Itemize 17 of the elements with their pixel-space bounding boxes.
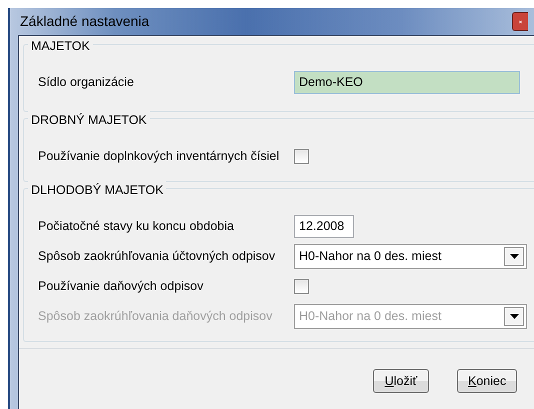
checkbox[interactable] bbox=[294, 148, 309, 164]
dropdown-arrow-icon bbox=[510, 314, 518, 318]
text-field[interactable]: Demo-KEO bbox=[294, 70, 520, 94]
field-label: Spôsob zaokrúhľovania daňových odpisov bbox=[38, 308, 274, 325]
field-label: Počiatočné stavy ku koncu obdobia bbox=[38, 218, 235, 235]
dialog-button[interactable]: Koniec bbox=[457, 369, 518, 393]
close-button[interactable] bbox=[512, 12, 528, 31]
field-label: Používanie doplnkových inventárnych čísiel bbox=[38, 148, 280, 165]
checkbox[interactable] bbox=[294, 278, 309, 294]
dropdown[interactable]: H0-Nahor na 0 des. miest bbox=[294, 244, 527, 268]
field-label: Používanie daňových odpisov bbox=[38, 278, 204, 295]
field-label: Spôsob zaokrúhľovania účtovných odpisov bbox=[38, 248, 276, 265]
window-title: Základné nastavenia bbox=[19, 12, 150, 31]
text-field[interactable]: 12.2008 bbox=[294, 214, 354, 238]
field-label: Sídlo organizácie bbox=[38, 74, 135, 91]
dialog-button[interactable]: Uložiť bbox=[373, 369, 429, 393]
dropdown-arrow-icon bbox=[510, 254, 518, 258]
